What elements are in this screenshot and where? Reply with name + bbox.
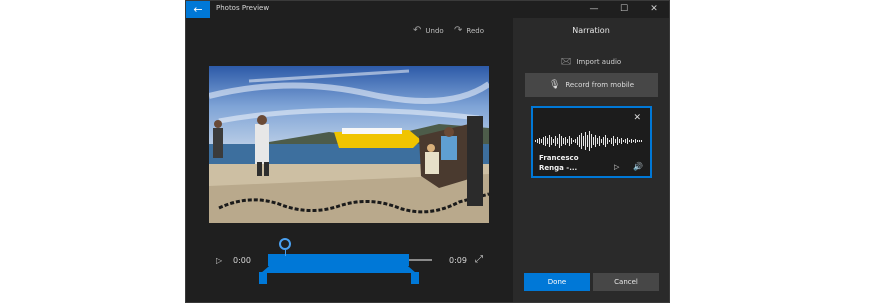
- done-button[interactable]: Done: [524, 273, 590, 291]
- redo-icon: ↷: [454, 25, 463, 36]
- maximize-button[interactable]: ☐: [609, 1, 639, 18]
- panel-title: Narration: [572, 26, 610, 35]
- audio-range-bar[interactable]: [268, 254, 409, 266]
- minimize-button[interactable]: —: [579, 1, 609, 18]
- harbor-photo-image: [209, 66, 489, 223]
- timeline-controls: ▷ 0:00 0:09 ⤢: [186, 238, 513, 302]
- volume-icon[interactable]: 🔊: [633, 162, 643, 171]
- arrow-left-icon: ←: [193, 3, 203, 16]
- undo-button[interactable]: ↶ Undo: [413, 26, 444, 36]
- audio-play-button[interactable]: ▷: [614, 163, 619, 171]
- trim-start-handle[interactable]: [259, 272, 267, 284]
- title-bar: ← Photos Preview — ☐ ✕: [186, 1, 669, 18]
- undo-label: Undo: [425, 27, 444, 35]
- total-duration: 0:09: [449, 256, 467, 265]
- expand-button[interactable]: ⤢: [475, 254, 483, 265]
- photos-preview-window: ← Photos Preview — ☐ ✕ ↶ Undo ↷ Redo ▷ 0…: [185, 0, 670, 303]
- video-preview-photo: [209, 66, 489, 223]
- window-controls: — ☐ ✕: [579, 1, 669, 18]
- cancel-button[interactable]: Cancel: [593, 273, 659, 291]
- redo-label: Redo: [466, 27, 484, 35]
- app-title: Photos Preview: [216, 4, 270, 12]
- play-button[interactable]: ▷: [216, 256, 222, 265]
- current-time: 0:00: [233, 256, 251, 265]
- import-audio-label: Import audio: [576, 58, 622, 66]
- audio-clip-card[interactable]: ✕ Francesco Renga -... ▷ 🔊: [531, 106, 652, 178]
- record-label: Record from mobile: [565, 81, 635, 89]
- undo-icon: ↶: [413, 25, 422, 36]
- preview-area: ↶ Undo ↷ Redo ▷ 0:00 0:09 ⤢: [186, 18, 513, 302]
- redo-button[interactable]: ↷ Redo: [454, 26, 484, 36]
- audio-track-title: Francesco Renga -...: [539, 154, 579, 172]
- playhead-stem: [285, 250, 286, 256]
- audio-range-base: [261, 265, 416, 273]
- playhead-handle[interactable]: [279, 238, 291, 250]
- close-button[interactable]: ✕: [639, 1, 669, 18]
- mic-icon: 🎙: [548, 80, 561, 90]
- image-file-icon: 🖂: [560, 57, 572, 67]
- waveform-graphic: [535, 131, 642, 151]
- record-from-mobile-button[interactable]: 🎙 Record from mobile: [525, 73, 658, 97]
- import-audio-button[interactable]: 🖂 Import audio: [513, 54, 669, 70]
- back-button[interactable]: ←: [186, 1, 210, 18]
- narration-panel: Narration 🖂 Import audio 🎙 Record from m…: [513, 18, 669, 302]
- close-icon[interactable]: ✕: [633, 113, 641, 123]
- trim-end-handle[interactable]: [411, 272, 419, 284]
